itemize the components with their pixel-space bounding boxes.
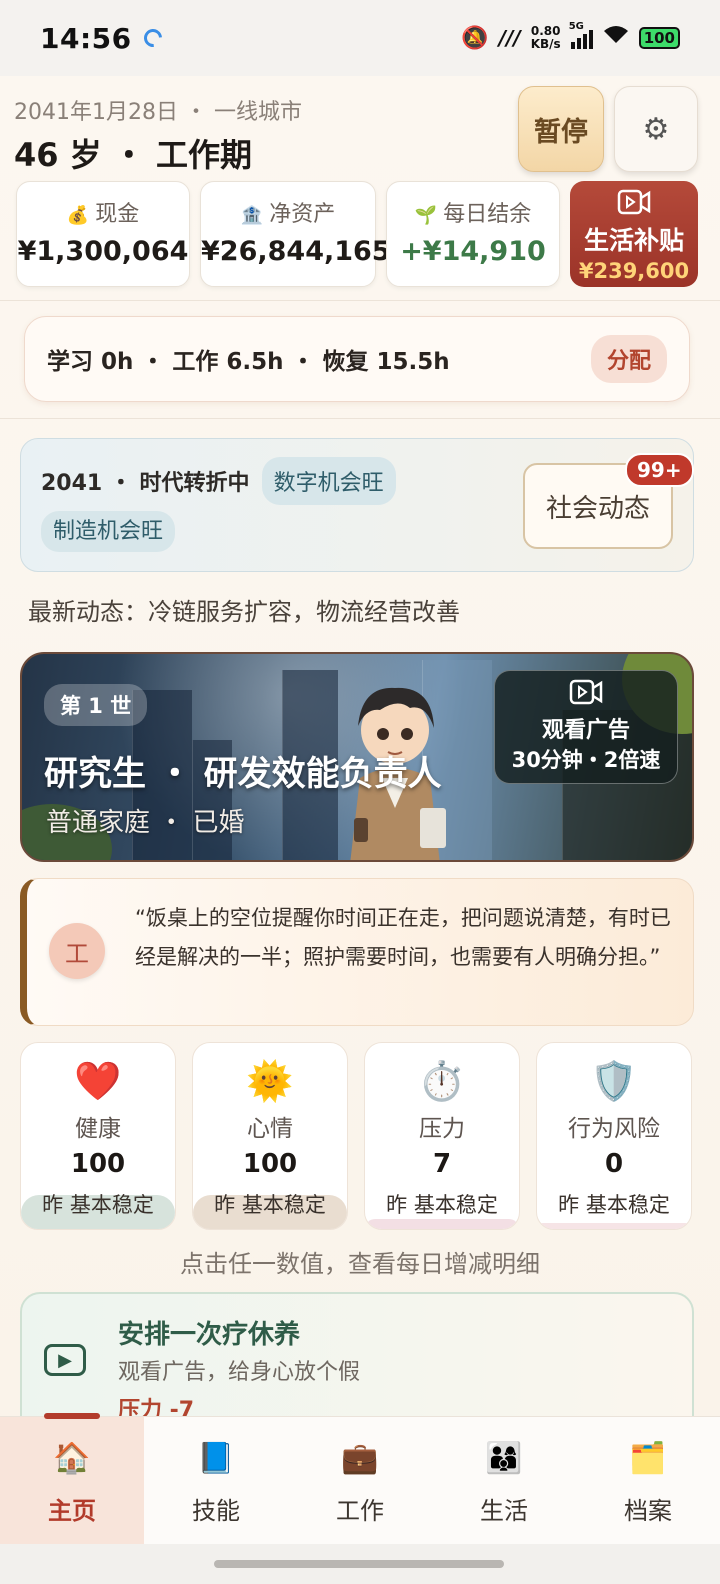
- behavior-risk-metric[interactable]: 🛡️ 行为风险 0 昨 基本稳定: [536, 1042, 692, 1230]
- subsidy-button[interactable]: 生活补贴 ¥239,600: [570, 181, 698, 287]
- divider: [0, 300, 720, 301]
- carrier-icon: ///: [498, 26, 521, 50]
- watch-ad-button[interactable]: 观看广告 30分钟・2倍速: [494, 670, 678, 784]
- status-bar: 14:56 🔕 /// 0.80 KB/s 5G 100: [0, 0, 720, 76]
- tab-skills[interactable]: 📘 技能: [144, 1417, 288, 1544]
- rest-title: 安排一次疗休养: [118, 1320, 301, 1350]
- clock: 14:56: [40, 21, 132, 55]
- metric-bar: [537, 1223, 691, 1229]
- career-title: 研究生 ・ 研发效能负责人: [44, 754, 442, 794]
- tab-home[interactable]: 🏠 主页: [0, 1413, 144, 1544]
- settings-button[interactable]: ⚙: [614, 86, 698, 172]
- net-speed: 0.80 KB/s: [530, 24, 561, 51]
- subsidy-value: ¥239,600: [578, 259, 690, 283]
- bottom-tab-bar: 🏠 主页 📘 技能 💼 工作 👨‍👩‍👦 生活 🗂️ 档案: [0, 1413, 720, 1544]
- metric-bar: [365, 1219, 519, 1229]
- archive-icon: 🗂️: [629, 1441, 667, 1476]
- pause-button[interactable]: 暂停: [518, 86, 604, 172]
- game-date: 2041年1月28日 ・ 一线城市: [14, 100, 302, 125]
- latest-news: 最新动态：冷链服务扩容，物流经营改善: [28, 598, 460, 626]
- tab-life[interactable]: 👨‍👩‍👦 生活: [432, 1417, 576, 1544]
- era-tag: 数字机会旺: [261, 457, 396, 505]
- time-allocation-text: 学习 0h ・ 工作 6.5h ・ 恢复 15.5h: [47, 349, 450, 375]
- rest-effect: 压力 -7: [118, 1398, 195, 1416]
- family-status: 普通家庭 ・ 已婚: [46, 808, 245, 838]
- wifi-icon: [603, 25, 629, 51]
- tab-work[interactable]: 💼 工作: [288, 1417, 432, 1544]
- quote-text: “饭桌上的空位提醒你时间正在走，把问题说清楚，有时已经是解决的一半；照护需要时间…: [135, 906, 671, 969]
- home-icon: 🏠: [53, 1441, 91, 1476]
- notification-badge: 99+: [625, 453, 694, 487]
- heart-icon: ❤️: [74, 1059, 122, 1103]
- briefcase-icon: 💼: [341, 1441, 379, 1476]
- quote-card: 工 “饭桌上的空位提醒你时间正在走，把问题说清楚，有时已经是解决的一半；照护需要…: [20, 878, 694, 1026]
- video-icon: ▶: [44, 1344, 86, 1376]
- quote-avatar: 工: [49, 923, 105, 979]
- rest-vacation-card[interactable]: ▶ 安排一次疗休养 观看广告，给身心放个假 压力 -7: [20, 1292, 694, 1416]
- character-banner[interactable]: 第 1 世 研究生 ・ 研发效能负责人 普通家庭 ・ 已婚 观看广告 30分钟・…: [20, 652, 694, 862]
- book-icon: 📘: [197, 1441, 235, 1476]
- loading-icon: [139, 25, 166, 51]
- generation-tag: 第 1 世: [44, 684, 148, 726]
- age-stage: 46 岁 ・ 工作期: [14, 136, 252, 174]
- time-allocation-bar[interactable]: 学习 0h ・ 工作 6.5h ・ 恢复 15.5h 分配: [24, 316, 690, 402]
- stress-metric[interactable]: ⏱️ 压力 7 昨 基本稳定: [364, 1042, 520, 1230]
- net-assets-value: ¥26,844,165: [201, 236, 391, 267]
- stopwatch-icon: ⏱️: [418, 1059, 466, 1103]
- sun-icon: 🌞: [246, 1059, 294, 1103]
- era-card: 2041 ・ 时代转折中 数字机会旺 制造机会旺 社会动态 99+: [20, 438, 694, 572]
- era-title: 2041 ・ 时代转折中: [41, 471, 250, 496]
- divider: [0, 418, 720, 419]
- daily-surplus-card[interactable]: 🌱 每日结余 +¥14,910: [386, 181, 560, 287]
- system-nav-bar: [0, 1544, 720, 1584]
- home-indicator[interactable]: [214, 1560, 504, 1568]
- era-tag: 制造机会旺: [41, 511, 176, 552]
- money-bag-icon: 💰: [66, 205, 90, 226]
- video-icon: [495, 679, 677, 712]
- battery-icon: 100: [638, 27, 680, 49]
- home-screen: 2041年1月28日 ・ 一线城市 46 岁 ・ 工作期 暂停 ⚙ 💰 现金 ¥1…: [0, 76, 720, 1416]
- metrics-hint: 点击任一数值，查看每日增减明细: [180, 1250, 540, 1278]
- gear-icon: ⚙: [642, 111, 670, 147]
- video-icon: [570, 189, 698, 221]
- health-metric[interactable]: ❤️ 健康 100 昨 基本稳定: [20, 1042, 176, 1230]
- people-icon: 👨‍👩‍👦: [485, 1441, 523, 1476]
- bell-muted-icon: 🔕: [461, 25, 489, 51]
- net-assets-card[interactable]: 🏦 净资产 ¥26,844,165: [200, 181, 391, 287]
- daily-surplus-value: +¥14,910: [400, 236, 546, 267]
- tab-archive[interactable]: 🗂️ 档案: [576, 1417, 720, 1544]
- allocate-button[interactable]: 分配: [590, 335, 667, 383]
- cash-card[interactable]: 💰 现金 ¥1,300,064: [16, 181, 190, 287]
- warning-shield-icon: 🛡️: [590, 1059, 638, 1103]
- signal-icon: 5G: [569, 21, 593, 49]
- building-icon: 🏦: [240, 205, 264, 226]
- sprout-icon: 🌱: [414, 205, 438, 226]
- rest-subtitle: 观看广告，给身心放个假: [118, 1360, 361, 1385]
- mood-metric[interactable]: 🌞 心情 100 昨 基本稳定: [192, 1042, 348, 1230]
- cash-value: ¥1,300,064: [17, 236, 189, 267]
